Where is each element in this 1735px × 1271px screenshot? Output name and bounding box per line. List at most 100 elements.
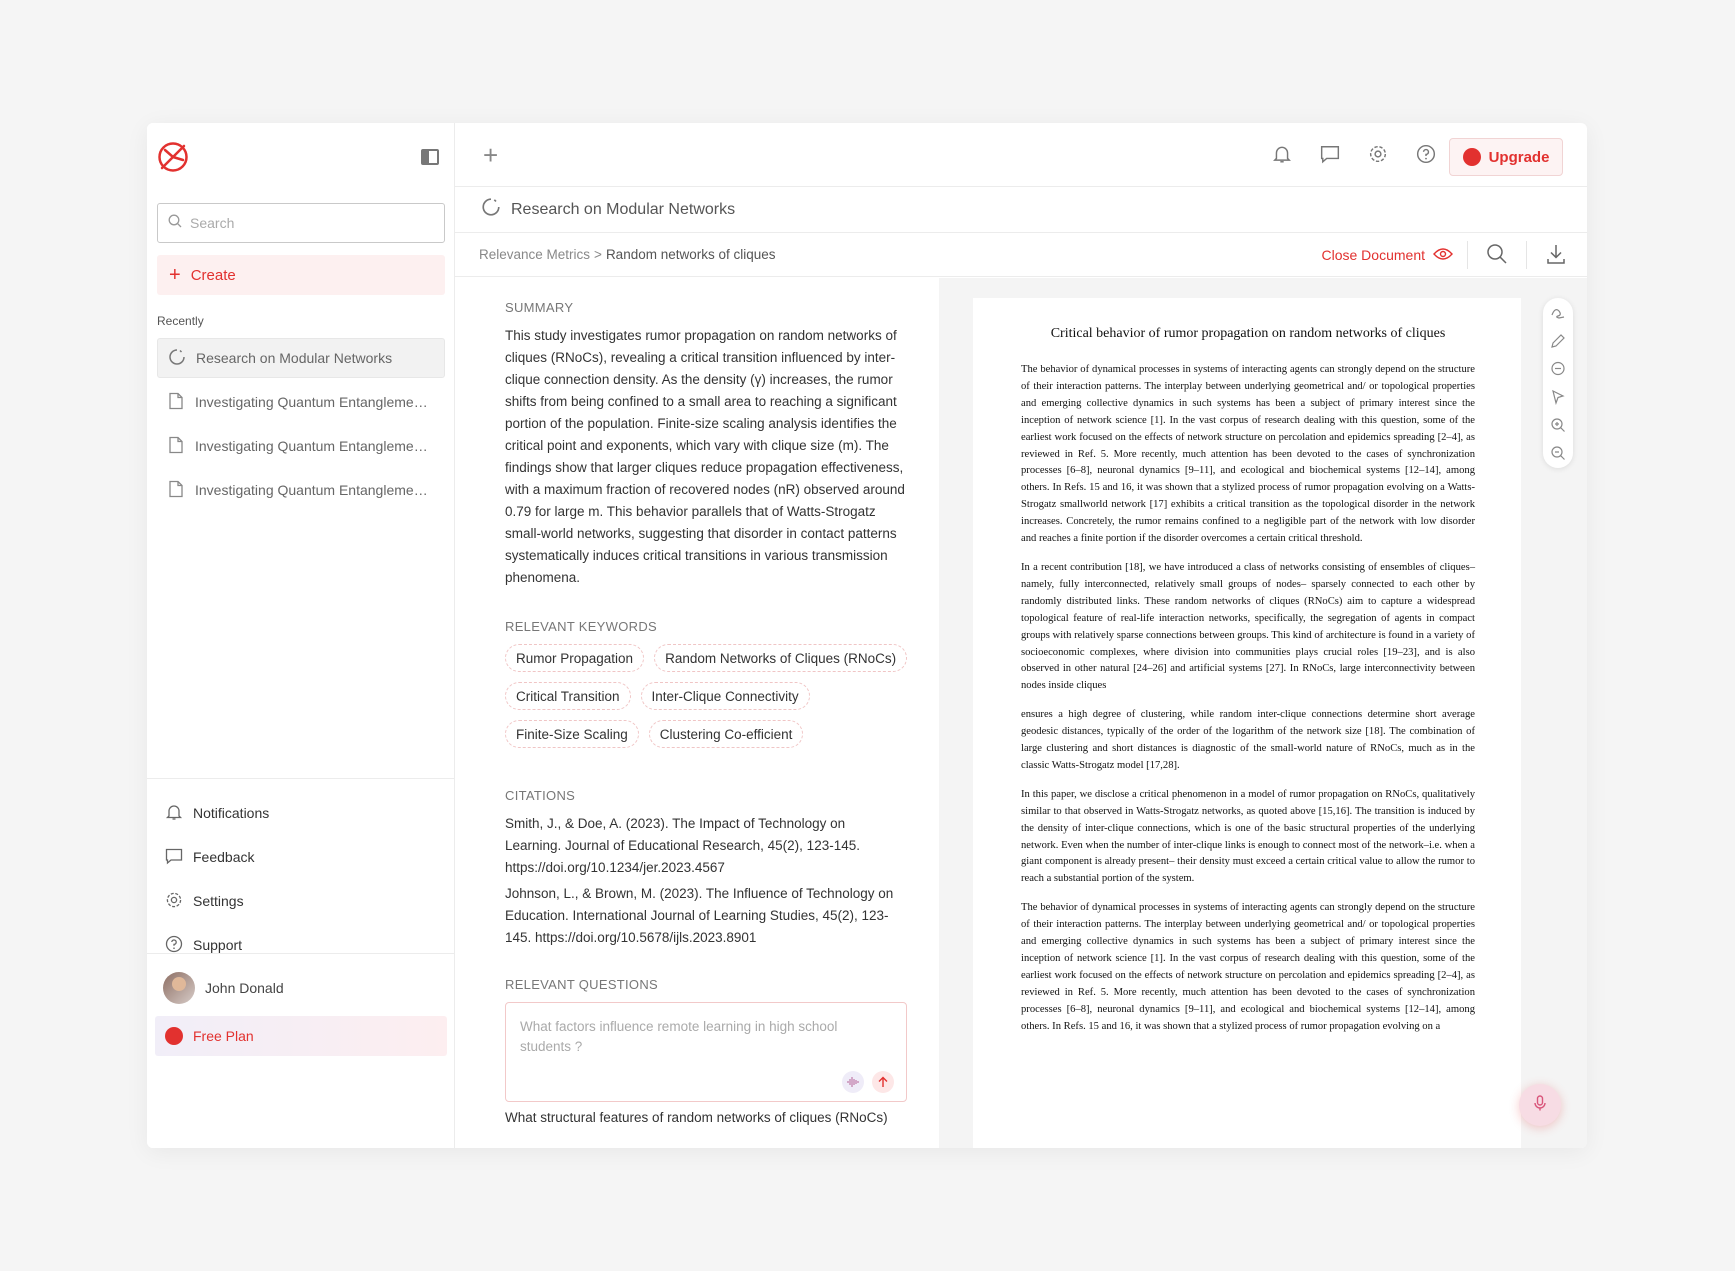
loading-circle-icon	[481, 197, 501, 222]
search-field[interactable]	[157, 203, 445, 243]
help-icon[interactable]	[1415, 143, 1437, 165]
sidebar-item-settings[interactable]: Settings	[147, 879, 455, 923]
zoom-out-icon[interactable]	[1549, 444, 1567, 462]
paper-paragraph: The behavior of dynamical processes in s…	[1021, 902, 1475, 1032]
sidebar-item-notifications[interactable]: Notifications	[147, 791, 455, 835]
insight-panel: SUMMARY This study investigates rumor pr…	[455, 278, 939, 1148]
divider	[1526, 241, 1527, 269]
recent-item-label: Investigating Quantum Entanglement: It..…	[195, 394, 435, 410]
recent-item[interactable]: Investigating Quantum Entanglement: It..…	[157, 426, 445, 466]
sidebar-item-label: Notifications	[193, 805, 270, 821]
upgrade-icon	[1462, 148, 1481, 166]
sidebar-item-feedback[interactable]: Feedback	[147, 835, 455, 879]
sidebar-item-label: Settings	[193, 893, 244, 909]
citations-heading: CITATIONS	[505, 788, 576, 803]
keyword-chip[interactable]: Clustering Co-efficient	[648, 720, 804, 748]
user-profile[interactable]: John Donald	[147, 970, 455, 1006]
citation-item: Johnson, L., & Brown, M. (2023). The Inf…	[505, 886, 894, 945]
keyword-chip[interactable]: Rumor Propagation	[505, 644, 645, 672]
keywords-heading: RELEVANT KEYWORDS	[505, 619, 657, 634]
voice-wave-icon[interactable]	[842, 1071, 864, 1093]
document-actions: Close Document	[1322, 241, 1568, 269]
close-document-label: Close Document	[1321, 247, 1426, 263]
question-input[interactable]	[520, 1017, 880, 1061]
user-block: John Donald Free Plan	[147, 953, 455, 1056]
search-icon	[168, 214, 182, 233]
pdf-page: Critical behavior of rumor propagation o…	[973, 298, 1521, 1148]
new-tab-icon[interactable]: +	[483, 142, 498, 168]
bell-icon	[165, 803, 183, 824]
breadcrumb-current: Random networks of cliques	[605, 247, 776, 262]
gear-icon	[165, 891, 183, 912]
bell-icon[interactable]	[1271, 143, 1293, 165]
suggested-question[interactable]: What structural features of random netwo…	[505, 1110, 915, 1125]
annotation-toolbar	[1543, 298, 1573, 468]
avatar	[163, 972, 195, 1004]
document-title: Research on Modular Networks	[511, 200, 736, 218]
recent-item[interactable]: Investigating Quantum Entanglement: It..…	[157, 470, 445, 510]
gear-icon[interactable]	[1367, 143, 1389, 165]
sidebar-item-label: Support	[193, 937, 243, 953]
pencil-icon[interactable]	[1549, 332, 1567, 350]
paper-paragraph: In this paper, we disclose a critical ph…	[1021, 788, 1475, 885]
microphone-button[interactable]	[1519, 1084, 1561, 1126]
close-document-button[interactable]: Close Document	[1321, 241, 1468, 269]
microphone-icon	[1531, 1094, 1549, 1117]
recent-item-label: Investigating Quantum Entanglement: It..…	[195, 482, 435, 498]
upgrade-label: Upgrade	[1488, 148, 1550, 166]
keyword-chip[interactable]: Random Networks of Cliques (RNoCs)	[654, 644, 908, 672]
pdf-viewer: Critical behavior of rumor propagation o…	[939, 278, 1587, 1148]
comment-icon[interactable]	[1549, 360, 1567, 378]
document-icon	[167, 436, 185, 457]
paper-paragraph: The behavior of dynamical processes in s…	[1021, 364, 1475, 545]
recently-heading: Recently	[157, 314, 204, 328]
document-icon	[167, 392, 185, 413]
send-arrow-icon[interactable]	[872, 1071, 894, 1093]
upgrade-button[interactable]: Upgrade	[1449, 138, 1563, 176]
plus-icon: +	[169, 264, 181, 286]
sidebar-links: Notifications Feedback Settings Support	[147, 778, 455, 967]
scribble-icon[interactable]	[1549, 304, 1567, 322]
plan-icon	[165, 1027, 183, 1045]
questions-heading: RELEVANT QUESTIONS	[505, 977, 659, 992]
create-button[interactable]: + Create	[157, 255, 445, 295]
keyword-chip[interactable]: Inter-Clique Connectivity	[640, 682, 810, 710]
search-input[interactable]	[190, 215, 430, 231]
recent-list: Research on Modular Networks Investigati…	[157, 338, 445, 514]
recent-item-label: Investigating Quantum Entanglement: It..…	[195, 438, 435, 454]
create-label: Create	[190, 266, 236, 284]
breadcrumb-parent[interactable]: Relevance Metrics	[479, 247, 590, 262]
question-box	[505, 1002, 907, 1102]
breadcrumb: Relevance Metrics > Random networks of c…	[455, 233, 1587, 277]
recent-item-label: Research on Modular Networks	[196, 350, 393, 366]
question-actions	[842, 1071, 894, 1093]
keyword-list: Rumor Propagation Random Networks of Cli…	[505, 644, 915, 748]
topbar-icons	[1271, 143, 1437, 165]
recent-item[interactable]: Research on Modular Networks	[157, 338, 445, 378]
citation-item: Smith, J., & Doe, A. (2023). The Impact …	[505, 816, 860, 875]
keyword-chip[interactable]: Critical Transition	[505, 682, 631, 710]
document-title-bar: Research on Modular Networks	[455, 187, 1587, 233]
breadcrumb-separator: >	[594, 247, 602, 262]
recent-item[interactable]: Investigating Quantum Entanglement: It..…	[157, 382, 445, 422]
plan-badge[interactable]: Free Plan	[155, 1016, 447, 1056]
zoom-in-icon[interactable]	[1549, 416, 1567, 434]
paper-title: Critical behavior of rumor propagation o…	[1050, 326, 1446, 341]
summary-text: This study investigates rumor propagatio…	[505, 328, 905, 585]
chat-icon[interactable]	[1319, 143, 1341, 165]
sidebar-item-label: Feedback	[193, 849, 255, 865]
search-icon[interactable]	[1486, 243, 1508, 268]
topbar: + Upgrade	[455, 123, 1587, 187]
keyword-chip[interactable]: Finite-Size Scaling	[505, 720, 639, 748]
paper-paragraph: ensures a high degree of clustering, whi…	[1021, 709, 1475, 771]
plan-label: Free Plan	[193, 1028, 254, 1044]
chat-icon	[165, 847, 183, 868]
document-icon	[167, 480, 185, 501]
loading-circle-icon	[168, 348, 186, 369]
download-icon[interactable]	[1545, 243, 1567, 268]
app-logo[interactable]	[157, 141, 189, 173]
summary-heading: SUMMARY	[505, 300, 574, 315]
sidebar: + Create Recently Research on Modular Ne…	[147, 123, 455, 1148]
pointer-icon[interactable]	[1549, 388, 1567, 406]
sidebar-toggle-icon[interactable]	[421, 149, 439, 165]
